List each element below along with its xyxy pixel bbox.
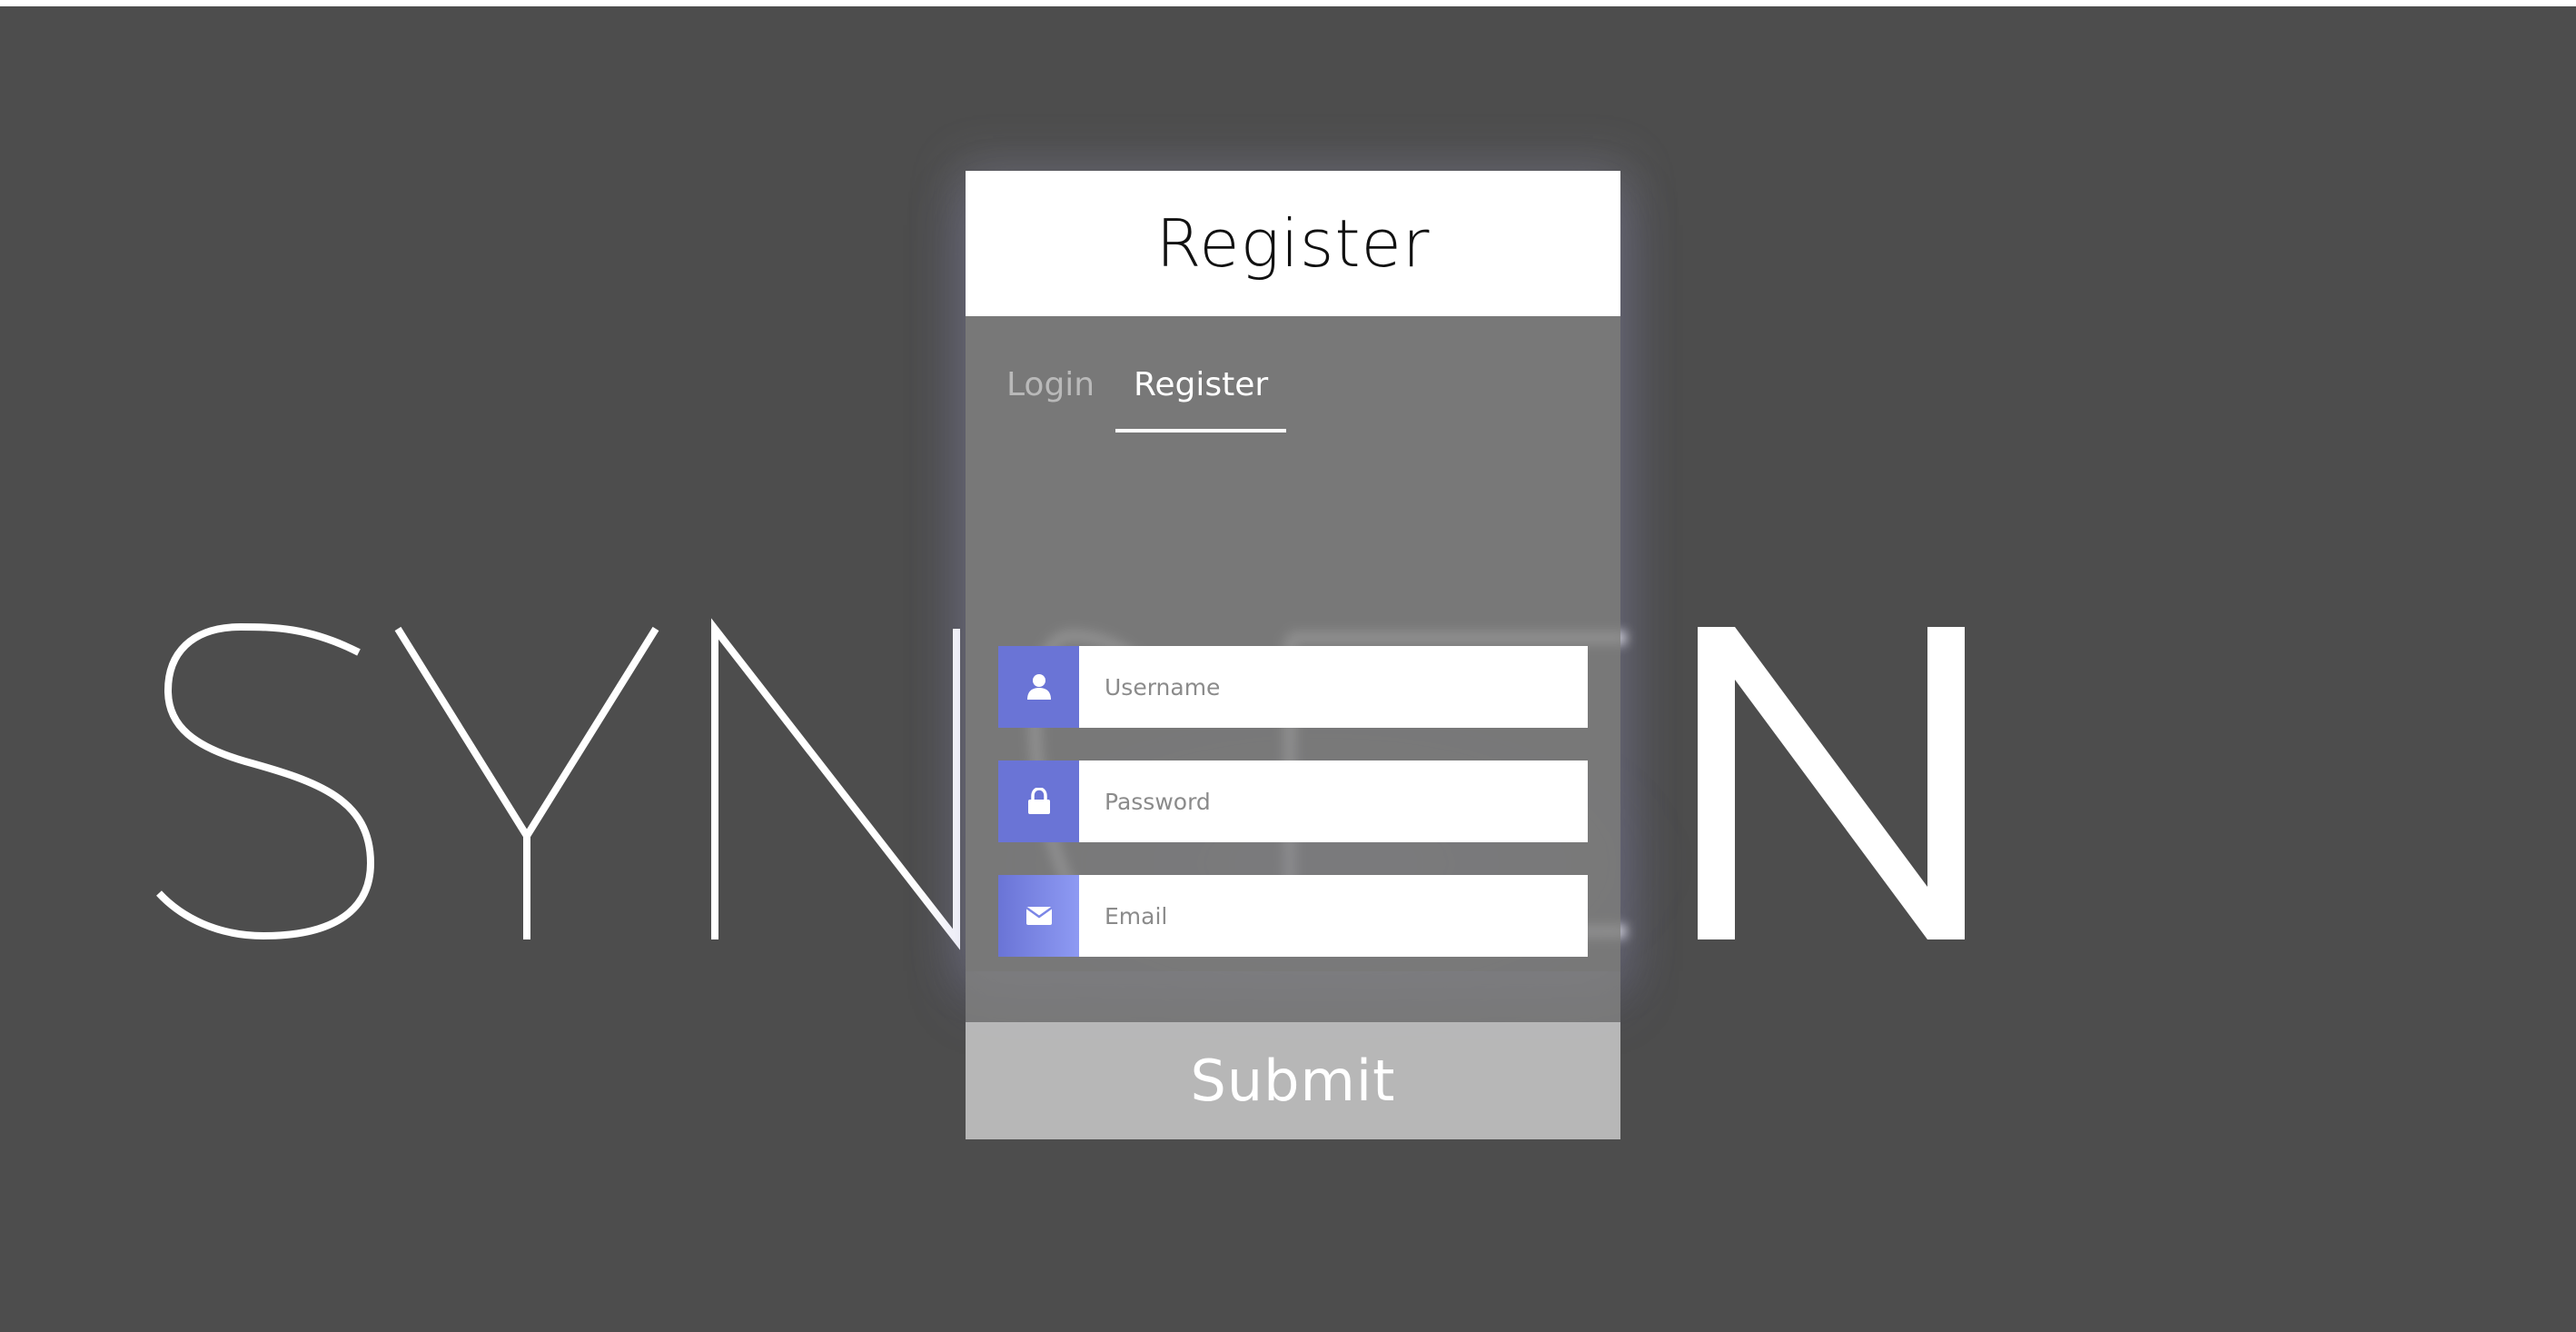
card-title: Register (1155, 205, 1431, 282)
email-input[interactable] (1079, 875, 1588, 957)
password-input[interactable] (1079, 760, 1588, 842)
username-input[interactable] (1079, 646, 1588, 728)
register-card: Register Login Register Username Email S… (966, 171, 1620, 1139)
bg-letter-s (156, 622, 375, 940)
lock-icon (998, 760, 1079, 842)
bg-letter-n2 (1698, 627, 1965, 939)
submit-button[interactable]: Submit (966, 1022, 1620, 1139)
auth-tabs: Login Register (966, 360, 1620, 432)
top-strip (0, 0, 2576, 6)
tab-login[interactable]: Login (1006, 360, 1095, 411)
card-header: Register (966, 171, 1620, 316)
username-field (998, 646, 1588, 728)
email-field (998, 875, 1588, 957)
bg-letter-y (394, 626, 659, 939)
tab-register[interactable]: Register (1134, 360, 1268, 411)
envelope-icon (998, 875, 1079, 957)
bg-letter-n1 (711, 618, 960, 950)
card-body: Login Register (966, 316, 1620, 1022)
user-icon (998, 646, 1079, 728)
password-field (998, 760, 1588, 842)
active-tab-underline (1115, 429, 1286, 432)
